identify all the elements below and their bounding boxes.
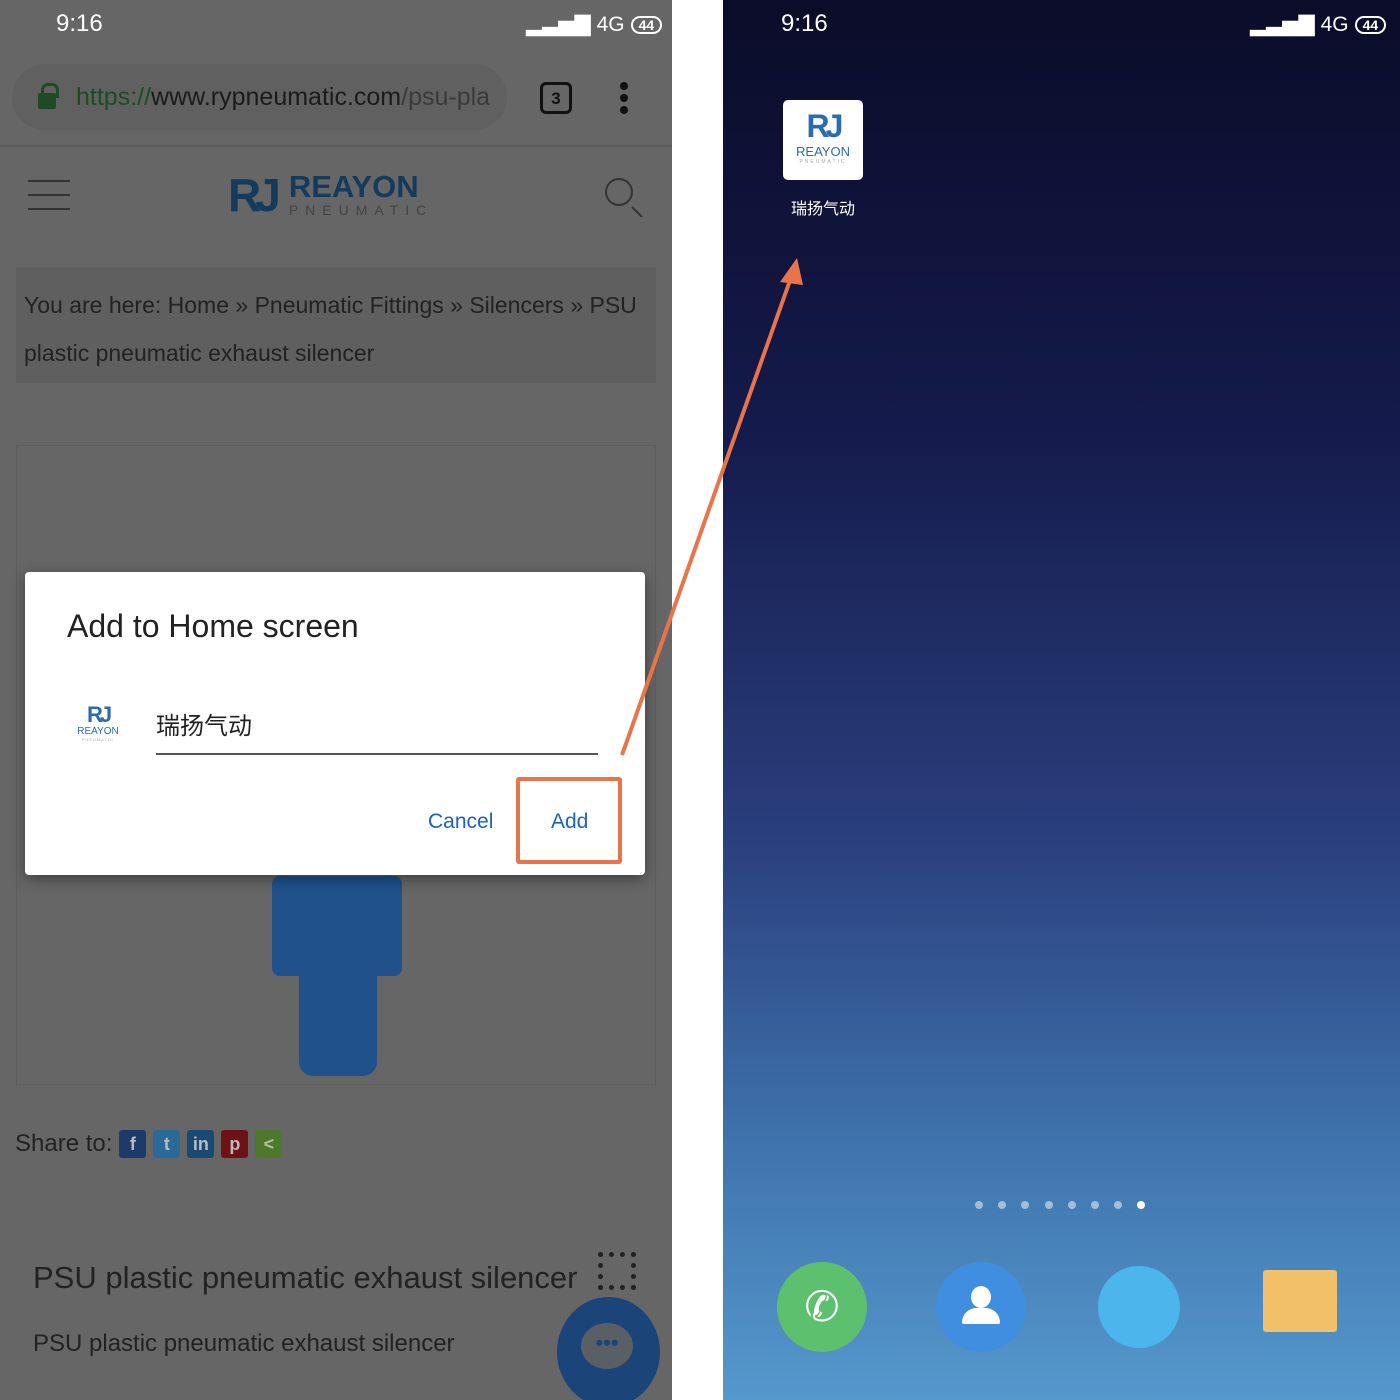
dialog-title: Add to Home screen <box>67 608 359 644</box>
battery-icon: 44 <box>1354 15 1387 34</box>
url-path: /psu-pla <box>401 82 491 111</box>
qr-code-icon[interactable] <box>598 1252 636 1290</box>
page-dot[interactable] <box>975 1201 983 1209</box>
status-icons: ▂▃▅▇ 4G 44 <box>526 12 663 37</box>
battery-icon: 44 <box>630 15 663 34</box>
page-dot[interactable] <box>1091 1201 1099 1209</box>
page-dot[interactable] <box>1044 1201 1053 1209</box>
signal-icon: ▂▃▅▇ <box>526 13 591 36</box>
page-dot[interactable] <box>1021 1201 1030 1209</box>
tab-switcher-button[interactable]: 3 <box>540 82 572 114</box>
logo-subtext: PNEUMATIC <box>799 159 847 165</box>
url-scheme: https:// <box>76 82 152 111</box>
phone-app-icon[interactable]: ✆ <box>777 1262 867 1352</box>
page-dot[interactable] <box>1114 1201 1123 1209</box>
home-screen: 9:16 ▂▃▅▇ 4G 44 RJ REAYON PNEUMATIC 瑞扬气动 ✆ <box>723 0 1400 1400</box>
share-bar: Share to: f t in p < <box>15 1130 283 1158</box>
status-icons: ▂▃▅▇ 4G 44 <box>1250 12 1387 37</box>
browser-screen: 9:16 ▂▃▅▇ 4G 44 https://www.rypneumatic.co… <box>0 0 672 1400</box>
breadcrumb: You are here: Home » Pneumatic Fittings … <box>16 267 656 383</box>
messages-app-icon[interactable] <box>1263 1270 1337 1332</box>
share-icon[interactable]: < <box>255 1130 283 1158</box>
facebook-icon[interactable]: f <box>119 1130 147 1158</box>
cancel-button[interactable]: Cancel <box>428 810 493 834</box>
app-logo: RJ REAYON PNEUMATIC <box>77 702 119 743</box>
shortcut-name-input[interactable]: 瑞扬气动 <box>156 706 598 755</box>
page-dot[interactable] <box>998 1201 1007 1209</box>
page-dot[interactable] <box>1137 1201 1146 1209</box>
divider <box>0 145 672 147</box>
product-subtitle: PSU plastic pneumatic exhaust silencer <box>33 1330 455 1357</box>
app-icon-reayon[interactable]: RJ REAYON PNEUMATIC <box>783 100 863 180</box>
product-title: PSU plastic pneumatic exhaust silencer <box>33 1260 578 1295</box>
browser-app-icon[interactable] <box>1098 1266 1180 1348</box>
lock-icon <box>38 83 59 109</box>
search-icon[interactable] <box>605 178 633 206</box>
logo-subtext: PNEUMATIC <box>288 202 434 218</box>
pinterest-icon[interactable]: p <box>221 1130 249 1158</box>
silencer-body <box>272 876 402 976</box>
linkedin-icon[interactable]: in <box>187 1130 215 1158</box>
network-type: 4G <box>1320 12 1349 36</box>
url-host: www.rypneumatic.com <box>151 82 402 111</box>
chat-bubble-icon: ••• <box>581 1323 633 1369</box>
hamburger-menu-icon[interactable] <box>28 180 70 222</box>
page-dot[interactable] <box>1067 1201 1076 1209</box>
address-bar[interactable]: https://www.rypneumatic.com/psu-pla <box>12 64 507 130</box>
silencer-thread <box>299 971 377 1076</box>
twitter-icon[interactable]: t <box>153 1130 181 1158</box>
add-button-highlight <box>516 777 622 864</box>
logo-text: REAYON <box>796 144 850 159</box>
signal-icon: ▂▃▅▇ <box>1250 13 1315 36</box>
share-label: Share to: <box>15 1130 113 1157</box>
logo-text: REAYON <box>288 169 419 204</box>
logo-mark: RJ <box>806 108 844 144</box>
app-label: 瑞扬气动 <box>790 201 855 218</box>
network-type: 4G <box>596 12 625 36</box>
logo-mark: RJ <box>228 169 281 221</box>
more-menu-icon[interactable] <box>620 82 628 118</box>
chat-button[interactable]: ••• <box>557 1297 660 1400</box>
status-time: 9:16 <box>781 10 828 37</box>
status-time: 9:16 <box>56 10 103 37</box>
site-logo[interactable]: RJ REAYON PNEUMATIC <box>228 168 433 222</box>
contacts-app-icon[interactable] <box>936 1262 1026 1352</box>
